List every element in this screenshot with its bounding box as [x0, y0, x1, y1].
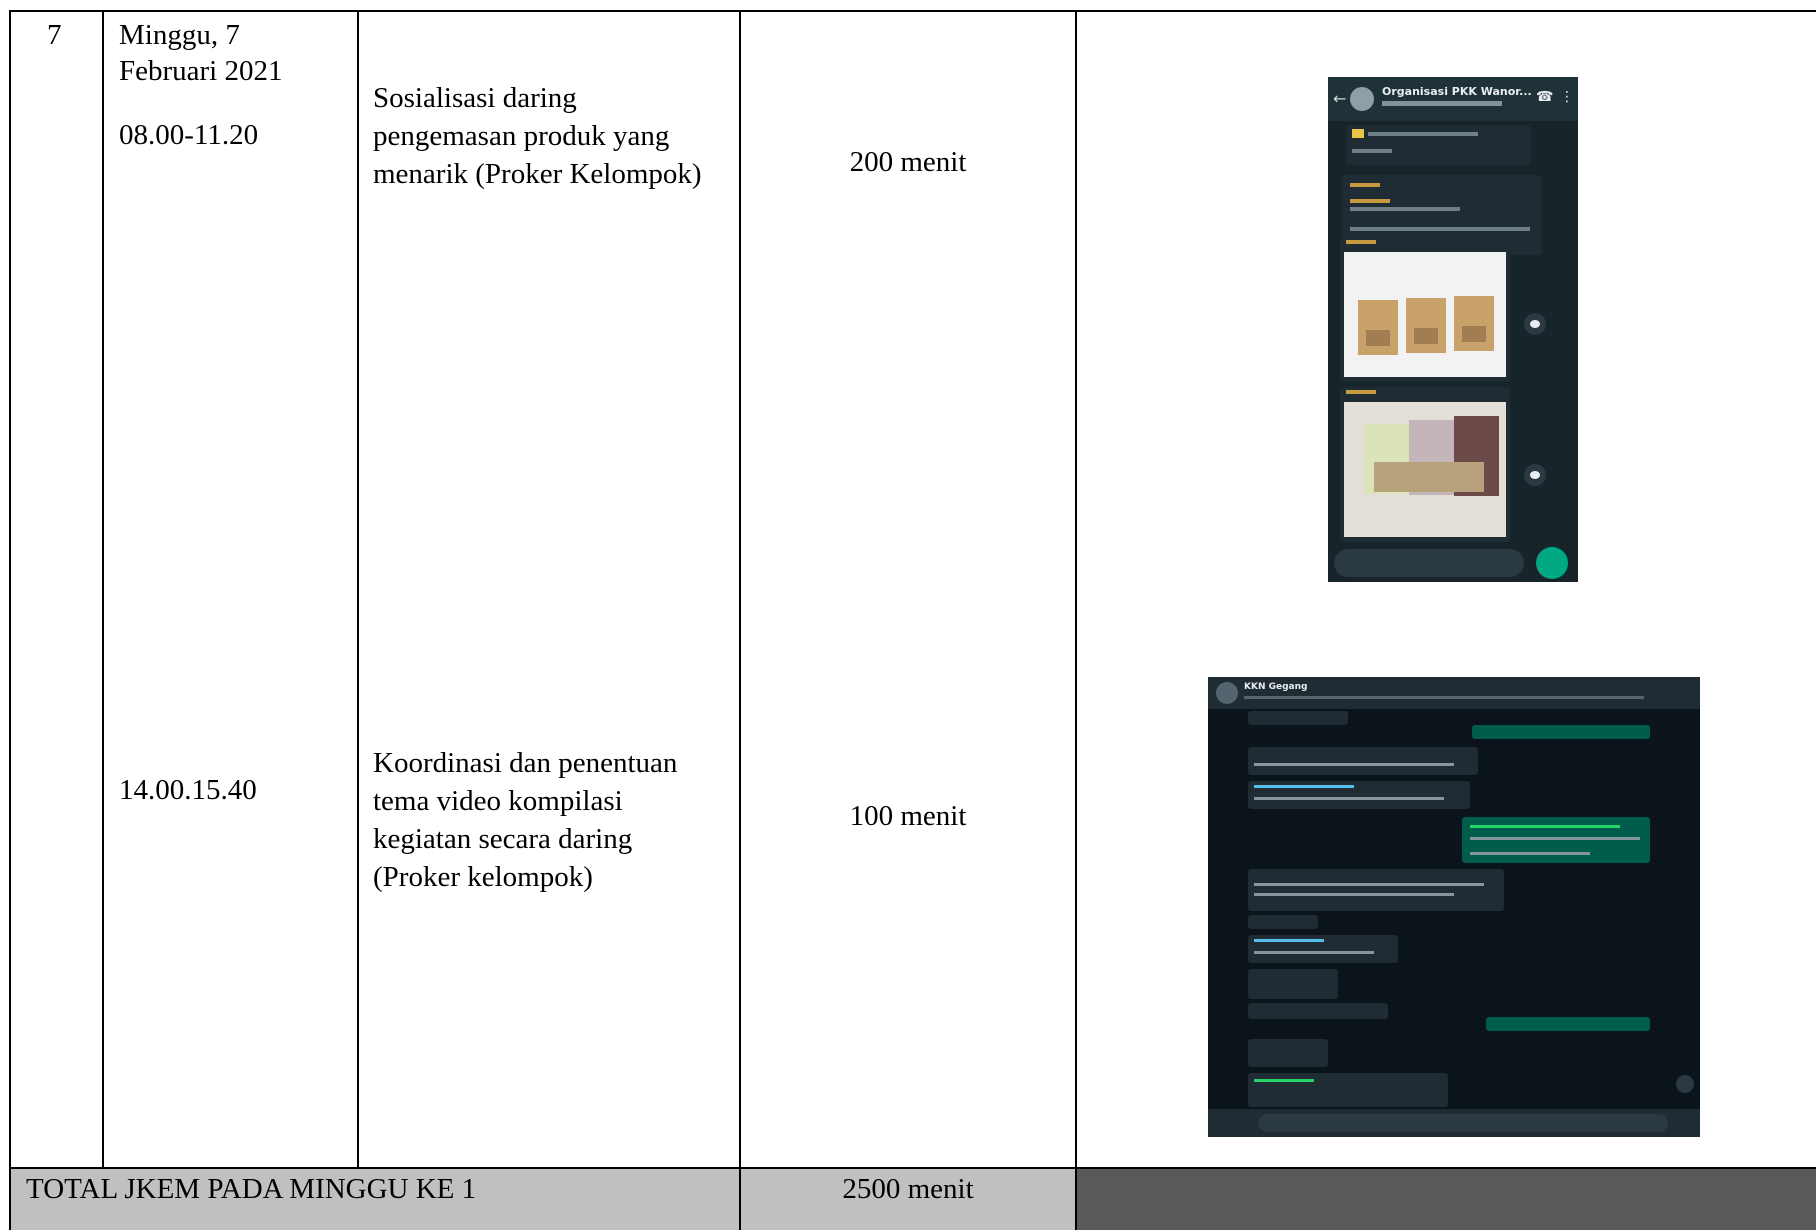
table-top-border	[9, 10, 1816, 12]
incoming-message	[1248, 915, 1318, 929]
message-line	[1368, 132, 1478, 136]
message-line	[1254, 883, 1484, 886]
group-avatar	[1350, 87, 1374, 111]
box-window	[1366, 330, 1390, 346]
outgoing-message	[1462, 817, 1650, 863]
incoming-message	[1248, 747, 1478, 775]
jkem-table: 7 Minggu, 7 Februari 2021 08.00-11.20 So…	[0, 0, 1816, 1230]
col-divider-1	[102, 10, 104, 1168]
evidence-screenshot-desktop: KKN Gegang	[1208, 677, 1700, 1137]
message-line	[1254, 763, 1454, 766]
session-1-time: 08.00-11.20	[119, 119, 259, 151]
message-line	[1254, 1079, 1314, 1082]
gift-insert	[1374, 462, 1484, 492]
box-window	[1414, 328, 1438, 344]
incoming-message	[1248, 969, 1338, 999]
total-last-cell	[1076, 1168, 1816, 1230]
message-line	[1470, 852, 1590, 855]
chat-subtitle-bar	[1382, 101, 1502, 106]
total-row-top-border	[9, 1167, 1816, 1169]
session-2-activity-line-4: (Proker kelompok)	[373, 861, 593, 893]
call-icon: ☎	[1536, 89, 1554, 105]
session-2-activity-line-2: tema video kompilasi	[373, 785, 623, 817]
incoming-message	[1248, 1039, 1328, 1067]
date-line-1: Minggu, 7	[119, 19, 240, 51]
message-line	[1470, 825, 1620, 828]
message-line	[1254, 797, 1444, 800]
message-line	[1350, 199, 1390, 203]
date-line-2: Februari 2021	[119, 55, 283, 87]
kraft-box	[1358, 300, 1398, 355]
forward-icon	[1524, 464, 1546, 486]
session-2-time: 14.00.15.40	[119, 774, 257, 806]
session-2-activity-line-3: kegiatan secara daring	[373, 823, 633, 855]
message-line	[1352, 149, 1392, 153]
session-1-duration: 200 menit	[849, 146, 967, 178]
packaging-photo-1	[1344, 252, 1506, 377]
forward-icon	[1524, 313, 1546, 335]
col-divider-4	[1075, 10, 1077, 1230]
message-line	[1346, 240, 1376, 244]
outgoing-message	[1472, 725, 1650, 739]
total-label: TOTAL JKEM PADA MINGGU KE 1	[26, 1173, 477, 1205]
chat-subtitle-bar	[1244, 696, 1644, 699]
incoming-message	[1248, 711, 1348, 725]
message-bubble	[1346, 125, 1531, 165]
box-window	[1462, 326, 1486, 342]
message-line	[1254, 785, 1354, 788]
mic-icon	[1536, 547, 1568, 579]
chat-title: KKN Gegang	[1244, 682, 1308, 692]
chat-title: Organisasi PKK Wanor...	[1382, 85, 1532, 98]
message-line	[1350, 227, 1530, 231]
evidence-screenshot-phone: ← Organisasi PKK Wanor... ☎ ⋮	[1328, 77, 1578, 582]
more-icon: ⋮	[1560, 89, 1574, 105]
incoming-message	[1248, 1003, 1388, 1019]
row-number: 7	[47, 19, 62, 51]
message-input	[1334, 549, 1524, 577]
outgoing-message	[1486, 1017, 1650, 1031]
col-divider-3	[739, 10, 741, 1230]
total-value: 2500 menit	[842, 1173, 974, 1205]
session-1-activity-line-1: Sosialisasi daring	[373, 82, 577, 114]
message-line	[1254, 893, 1454, 896]
message-input	[1258, 1114, 1668, 1132]
kraft-box	[1454, 296, 1494, 351]
group-avatar	[1216, 682, 1238, 704]
incoming-message	[1248, 869, 1504, 911]
session-2-activity-line-1: Koordinasi dan penentuan	[373, 747, 678, 779]
scroll-down-icon	[1676, 1075, 1694, 1093]
message-line	[1350, 183, 1380, 187]
message-line	[1254, 951, 1374, 954]
session-1-activity-line-3: menarik (Proker Kelompok)	[373, 158, 702, 190]
file-icon	[1352, 129, 1364, 138]
message-line	[1254, 939, 1324, 942]
message-line	[1470, 837, 1640, 840]
message-line	[1346, 390, 1376, 394]
table-left-border	[9, 10, 11, 1230]
col-divider-2	[357, 10, 359, 1168]
session-2-duration: 100 menit	[849, 800, 967, 832]
back-arrow-icon: ←	[1333, 89, 1347, 108]
message-line	[1350, 207, 1460, 211]
session-1-activity-line-2: pengemasan produk yang	[373, 120, 670, 152]
kraft-box	[1406, 298, 1446, 353]
packaging-photo-2	[1344, 402, 1506, 537]
